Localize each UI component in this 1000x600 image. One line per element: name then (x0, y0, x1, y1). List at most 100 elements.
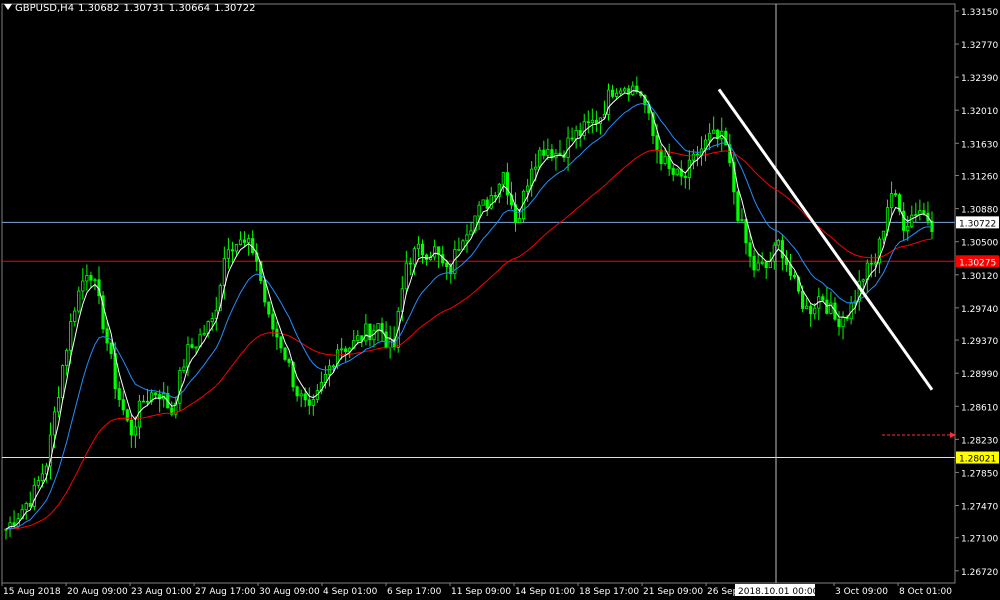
x-axis-label: 15 Aug 2018 (3, 587, 61, 597)
candle-body (408, 262, 412, 265)
y-axis-label: 1.32770 (961, 41, 998, 51)
y-axis-label: 1.27100 (961, 535, 998, 545)
candle-body (861, 279, 865, 282)
chart-menu-triangle-icon[interactable] (4, 4, 12, 10)
candle-body (307, 399, 311, 406)
candle-body (267, 301, 271, 315)
candle-body (109, 342, 113, 355)
candle-body (570, 137, 574, 140)
candle-body (610, 89, 615, 97)
x-axis-label: 26 Sep (707, 587, 739, 597)
candle-body (501, 172, 505, 185)
y-axis-label: 1.31260 (961, 173, 998, 183)
y-axis-label: 1.32010 (961, 107, 998, 117)
medium-moving-average-line (5, 103, 933, 530)
candle-body (736, 191, 740, 221)
candle-body (594, 119, 598, 124)
candle-body (52, 411, 57, 436)
y-axis-label: 1.28230 (961, 436, 998, 446)
candle-body (485, 199, 489, 209)
candle-body (894, 193, 898, 196)
candle-body (493, 195, 497, 197)
candle-body (222, 257, 226, 287)
candle-body (869, 262, 873, 265)
candle-body (748, 242, 752, 257)
chart-window[interactable]: 1.33150 1.32770 1.32390 1.32010 1.31630 1.312… (0, 0, 1000, 600)
candle-body (287, 358, 291, 363)
candle-body (202, 333, 206, 336)
trendline[interactable] (717, 88, 934, 391)
candle-body (558, 152, 562, 156)
candle-body (764, 262, 768, 269)
x-axis-label: 27 Aug 17:00 (195, 587, 256, 597)
y-axis-label: 1.29370 (961, 337, 998, 347)
x-axis-label: 4 Sep 01:00 (323, 587, 378, 597)
candle-body (344, 348, 348, 353)
candle-body (841, 316, 845, 328)
candle-body (477, 204, 481, 217)
candle-body (226, 249, 231, 259)
y-axis-label: 1.28610 (961, 403, 998, 413)
x-axis-label: 20 Aug 09:00 (67, 587, 128, 597)
candle-body (384, 331, 388, 348)
candle-body (56, 397, 61, 413)
candle-body (881, 230, 886, 240)
candle-body (210, 318, 214, 322)
candle-body (526, 185, 530, 192)
x-axis-label: 8 Oct 01:00 (899, 587, 952, 597)
candle-body (655, 135, 659, 151)
candle-body (283, 347, 287, 360)
candle-body (230, 249, 235, 252)
y-axis-label: 1.30500 (961, 239, 998, 249)
candle-body (902, 210, 906, 231)
fast-moving-average-line (5, 90, 933, 530)
candle-body (279, 336, 283, 349)
candle-body (40, 473, 44, 482)
candle-body (190, 344, 194, 348)
candle-body (73, 310, 77, 322)
candle-body (121, 399, 125, 411)
plot-frame (1, 3, 956, 584)
candle-body (683, 175, 687, 178)
candle-body (154, 392, 158, 395)
y-axis-label: 1.27850 (961, 469, 998, 479)
candle-body (805, 305, 809, 309)
candle-body (671, 168, 675, 175)
candle-body (356, 335, 360, 341)
candle-body (534, 166, 538, 170)
x-axis-label: 11 Sep 09:00 (451, 587, 511, 597)
candle-body (182, 366, 186, 371)
candle-body (590, 119, 594, 124)
candle-body (538, 149, 542, 168)
candle-body (663, 155, 667, 164)
candle-body (105, 328, 109, 344)
high-value: 1.30731 (123, 3, 165, 14)
resistance-price-label: 1.30275 (959, 258, 996, 268)
candle-body (623, 88, 627, 92)
y-axis-label: 1.30120 (961, 272, 998, 282)
candle-body (574, 130, 578, 140)
candle-body (81, 280, 85, 292)
symbol-label: GBPUSD,H4 (15, 3, 75, 14)
candle-body (505, 172, 510, 196)
candle-body (311, 399, 315, 406)
candle-body (457, 249, 461, 251)
candle-body (776, 240, 780, 246)
candle-body (768, 260, 772, 269)
price-chart[interactable]: 1.33150 1.32770 1.32390 1.32010 1.31630 1.312… (0, 0, 1000, 600)
candle-body (825, 299, 829, 314)
candle-body (133, 426, 137, 436)
candle-body (744, 219, 748, 244)
crosshair-time-label: 2018.10.01 00:00 (738, 587, 819, 597)
candle-body (194, 346, 198, 349)
x-axis-label: 6 Sep 17:00 (387, 587, 442, 597)
candle-body (271, 313, 275, 330)
x-axis-label: 18 Sep 17:00 (579, 587, 639, 597)
candle-body (578, 130, 582, 136)
candle-body (481, 199, 485, 206)
candle-body (376, 323, 380, 331)
candle-body (691, 153, 696, 161)
candle-body (433, 246, 437, 258)
candle-body (178, 370, 182, 404)
y-axis-label: 1.32390 (961, 74, 998, 84)
